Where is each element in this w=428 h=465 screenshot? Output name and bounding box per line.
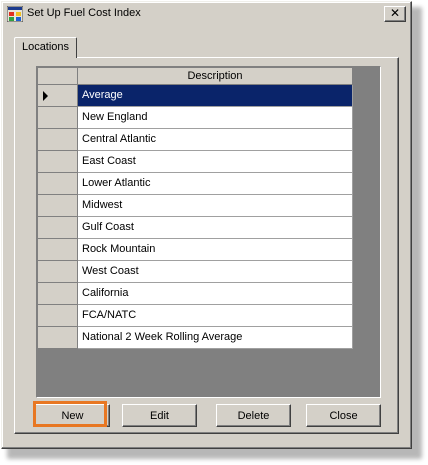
locations-grid[interactable]: Description Average New England Central At… bbox=[36, 66, 381, 398]
table-row[interactable]: Gulf Coast bbox=[38, 217, 353, 239]
row-header[interactable] bbox=[38, 85, 78, 107]
column-header-description[interactable]: Description bbox=[78, 68, 353, 85]
title-bar[interactable]: Set Up Fuel Cost Index ✕ bbox=[5, 5, 408, 23]
row-header[interactable] bbox=[38, 217, 78, 239]
tab-locations-label: Locations bbox=[21, 41, 70, 53]
new-button[interactable]: New bbox=[35, 404, 110, 427]
row-header[interactable] bbox=[38, 305, 78, 327]
table-row[interactable]: Average bbox=[38, 85, 353, 107]
app-icon bbox=[7, 6, 23, 22]
edit-button[interactable]: Edit bbox=[122, 404, 197, 427]
table-row[interactable]: National 2 Week Rolling Average bbox=[38, 327, 353, 349]
current-row-pointer-icon bbox=[43, 91, 48, 101]
description-cell[interactable]: FCA/NATC bbox=[78, 305, 353, 327]
row-header[interactable] bbox=[38, 107, 78, 129]
description-cell[interactable]: Rock Mountain bbox=[78, 239, 353, 261]
delete-button[interactable]: Delete bbox=[216, 404, 291, 427]
grid-body: Description Average New England Central At… bbox=[38, 68, 353, 349]
description-cell[interactable]: California bbox=[78, 283, 353, 305]
row-header[interactable] bbox=[38, 239, 78, 261]
row-header[interactable] bbox=[38, 151, 78, 173]
description-cell[interactable]: Lower Atlantic bbox=[78, 173, 353, 195]
table-row[interactable]: Rock Mountain bbox=[38, 239, 353, 261]
close-window-button[interactable]: ✕ bbox=[384, 6, 406, 22]
row-header[interactable] bbox=[38, 261, 78, 283]
row-header[interactable] bbox=[38, 173, 78, 195]
description-cell[interactable]: Gulf Coast bbox=[78, 217, 353, 239]
table-row[interactable]: FCA/NATC bbox=[38, 305, 353, 327]
description-cell[interactable]: West Coast bbox=[78, 261, 353, 283]
close-icon: ✕ bbox=[389, 6, 401, 20]
table-row[interactable]: Lower Atlantic bbox=[38, 173, 353, 195]
table-row[interactable]: Midwest bbox=[38, 195, 353, 217]
description-cell[interactable]: Central Atlantic bbox=[78, 129, 353, 151]
window-title: Set Up Fuel Cost Index bbox=[27, 7, 141, 19]
close-button[interactable]: Close bbox=[306, 404, 381, 427]
row-header[interactable] bbox=[38, 129, 78, 151]
row-header[interactable] bbox=[38, 283, 78, 305]
table-row[interactable]: East Coast bbox=[38, 151, 353, 173]
table-row[interactable]: Central Atlantic bbox=[38, 129, 353, 151]
description-cell[interactable]: National 2 Week Rolling Average bbox=[78, 327, 353, 349]
tab-locations[interactable]: Locations bbox=[14, 37, 77, 58]
row-header[interactable] bbox=[38, 327, 78, 349]
description-cell[interactable]: East Coast bbox=[78, 151, 353, 173]
table-row[interactable]: California bbox=[38, 283, 353, 305]
description-cell[interactable]: Average bbox=[78, 85, 353, 107]
table-row[interactable]: West Coast bbox=[38, 261, 353, 283]
description-cell[interactable]: New England bbox=[78, 107, 353, 129]
grid-header-row: Description bbox=[38, 68, 353, 85]
row-header[interactable] bbox=[38, 195, 78, 217]
description-cell[interactable]: Midwest bbox=[78, 195, 353, 217]
grid-corner-header[interactable] bbox=[38, 68, 78, 85]
table-row[interactable]: New England bbox=[38, 107, 353, 129]
